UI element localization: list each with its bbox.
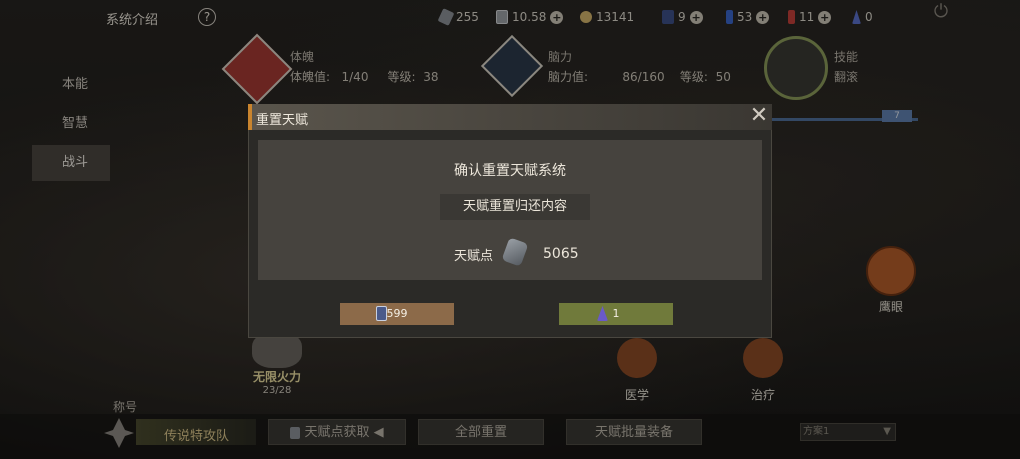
crystal-icon [597, 306, 608, 321]
dialog-header [248, 104, 772, 130]
confirm-card-cost-button[interactable]: 599 [340, 303, 454, 325]
card-icon [376, 306, 387, 321]
cost-b-value: 1 [612, 307, 620, 320]
talent-points-value: 5065 [543, 246, 579, 262]
confirm-crystal-cost-button[interactable]: 1 [559, 303, 673, 325]
talent-points-label: 天赋点 [454, 249, 494, 264]
dialog-subheading: 天赋重置归还内容 [440, 194, 590, 220]
dialog-heading: 确认重置天赋系统 [454, 163, 566, 179]
cost-a-value: 599 [386, 307, 408, 320]
dialog-title: 重置天赋 [256, 113, 309, 128]
close-icon[interactable]: ✕ [748, 104, 770, 130]
dialog-header-accent [248, 104, 252, 130]
